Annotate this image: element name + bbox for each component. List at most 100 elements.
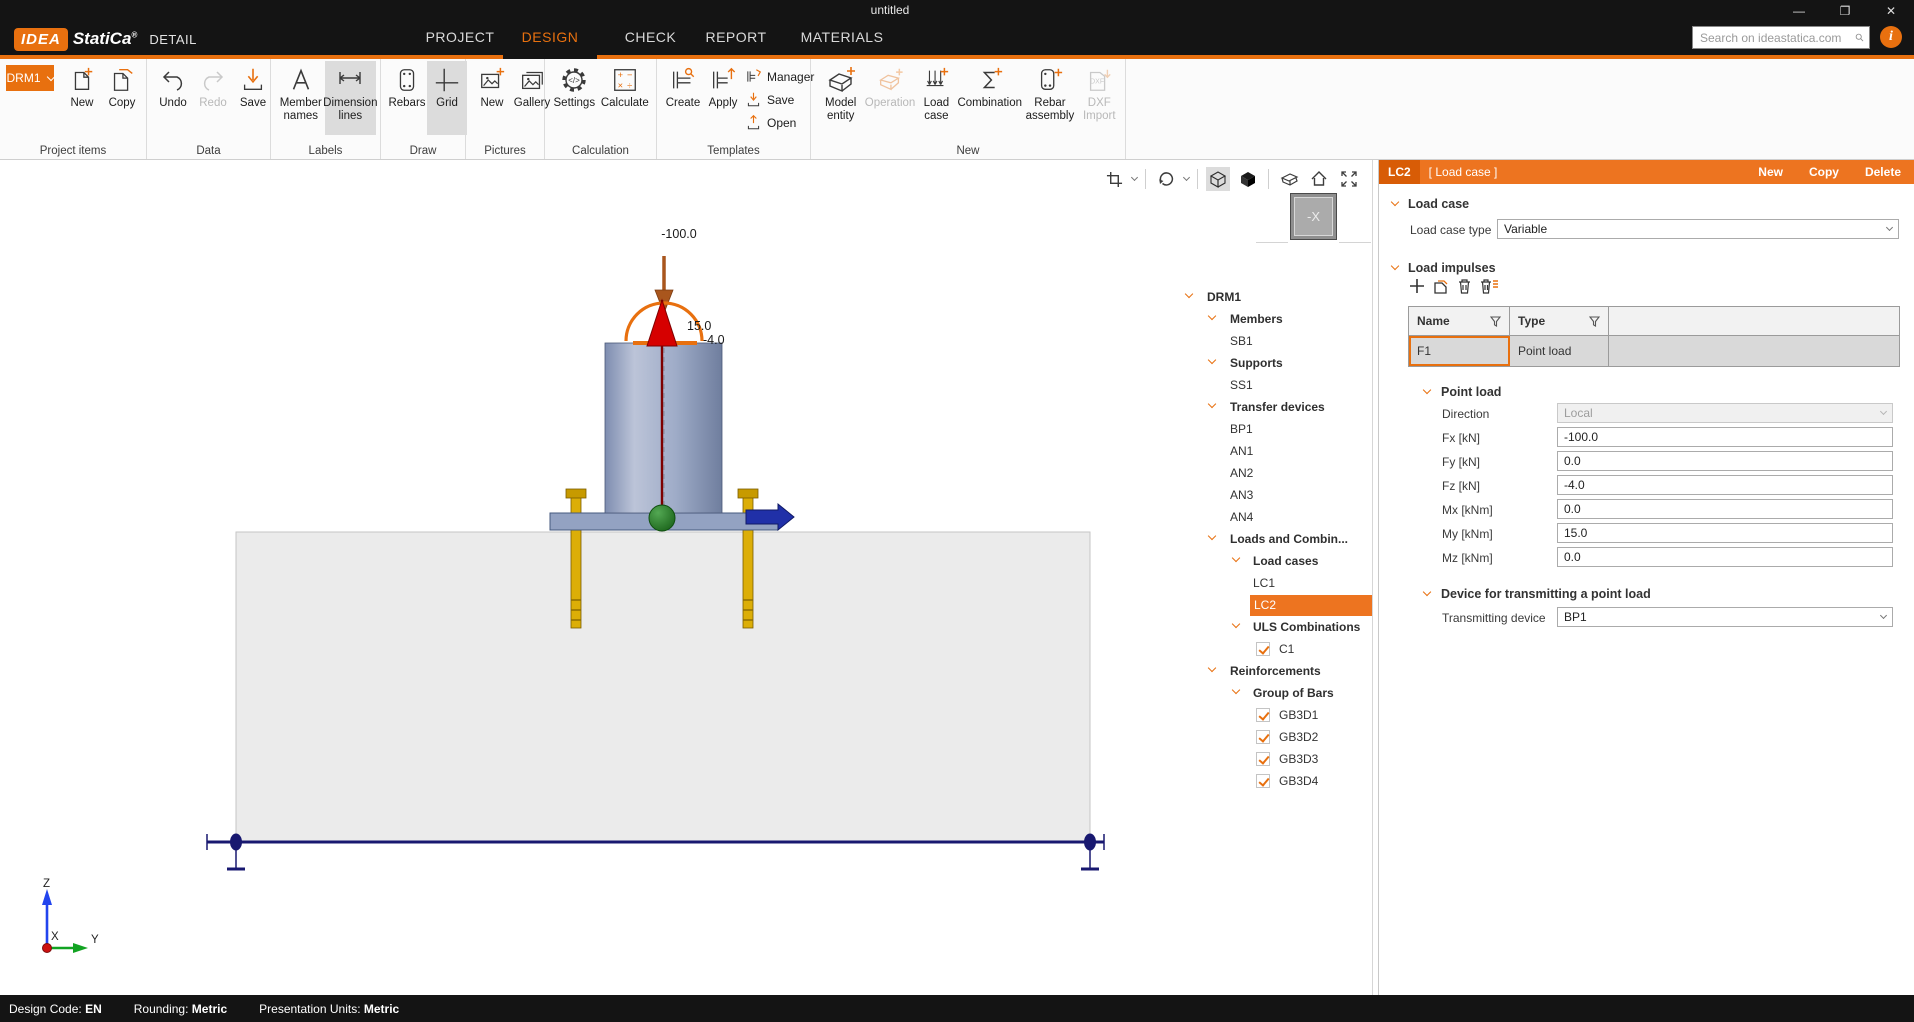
create-template-button[interactable]: Create xyxy=(663,61,703,135)
info-button[interactable]: i xyxy=(1880,26,1902,48)
search-icon[interactable] xyxy=(1855,30,1864,45)
tree-item-lc2-selected[interactable]: LC2 xyxy=(1180,594,1372,616)
new-project-item-button[interactable]: New xyxy=(62,61,102,135)
tree-item-an2[interactable]: AN2 xyxy=(1180,462,1372,484)
section-collapse-chevron[interactable] xyxy=(1423,386,1431,394)
navigation-cube[interactable]: -X xyxy=(1290,193,1337,240)
mx-input[interactable] xyxy=(1557,499,1893,519)
calculate-button[interactable]: +−×÷ Calculate xyxy=(598,61,652,135)
clip-section-button[interactable] xyxy=(1277,167,1301,191)
transmitting-device-select[interactable]: BP1 xyxy=(1557,607,1893,627)
maximize-button[interactable]: ❐ xyxy=(1822,0,1868,22)
delete-load-case-button[interactable]: Delete xyxy=(1865,165,1901,179)
section-collapse-chevron[interactable] xyxy=(1391,262,1399,270)
chevron-down-icon[interactable] xyxy=(1208,312,1216,320)
tree-item-ss1[interactable]: SS1 xyxy=(1180,374,1372,396)
tree-label[interactable]: AN4 xyxy=(1230,510,1253,524)
search-input[interactable] xyxy=(1693,31,1855,45)
save-button[interactable]: Save xyxy=(233,61,273,135)
checkbox-checked[interactable] xyxy=(1256,752,1270,766)
tree-label[interactable]: Load cases xyxy=(1253,554,1318,568)
close-button[interactable]: ✕ xyxy=(1868,0,1914,22)
rotate-dropdown-chevron[interactable] xyxy=(1183,174,1190,181)
tree-label[interactable]: AN2 xyxy=(1230,466,1253,480)
checkbox-checked[interactable] xyxy=(1256,730,1270,744)
search-box[interactable] xyxy=(1692,26,1870,49)
new-picture-button[interactable]: New xyxy=(472,61,512,135)
tab-report[interactable]: REPORT xyxy=(700,22,772,55)
my-input[interactable] xyxy=(1557,523,1893,543)
tree-item-gb3d3[interactable]: GB3D3 xyxy=(1180,748,1372,770)
chevron-down-icon[interactable] xyxy=(1232,620,1240,628)
solid-view-button[interactable] xyxy=(1236,167,1260,191)
tree-item-sb1[interactable]: SB1 xyxy=(1180,330,1372,352)
tree-item-reinforcements[interactable]: Reinforcements xyxy=(1180,660,1372,682)
delete-all-impulses-icon[interactable] xyxy=(1480,278,1498,294)
member-names-toggle[interactable]: Member names xyxy=(277,61,325,135)
column-header-type[interactable]: Type xyxy=(1510,307,1609,335)
chevron-down-icon[interactable] xyxy=(1208,664,1216,672)
model-viewport[interactable]: -100.0 15.0 -4.0 xyxy=(0,160,1375,995)
tree-label[interactable]: Transfer devices xyxy=(1230,400,1325,414)
undo-button[interactable]: Undo xyxy=(153,61,193,135)
new-load-case-button[interactable]: New xyxy=(1758,165,1783,179)
tree-label[interactable]: Reinforcements xyxy=(1230,664,1321,678)
tree-item-load-cases[interactable]: Load cases xyxy=(1180,550,1372,572)
chevron-down-icon[interactable] xyxy=(1208,400,1216,408)
model-entity-button[interactable]: Model entity xyxy=(817,61,864,135)
grid-toggle[interactable]: Grid xyxy=(427,61,467,135)
project-item-dropdown[interactable]: DRM1 xyxy=(6,65,54,91)
tab-project[interactable]: PROJECT xyxy=(420,22,500,55)
rotate-view-button[interactable] xyxy=(1154,167,1178,191)
apply-template-button[interactable]: Apply xyxy=(703,61,743,135)
tree-label[interactable]: BP1 xyxy=(1230,422,1253,436)
tree-item-bp1[interactable]: BP1 xyxy=(1180,418,1372,440)
filter-icon[interactable] xyxy=(1490,316,1501,327)
tree-label[interactable]: DRM1 xyxy=(1207,290,1241,304)
tree-item-gb3d2[interactable]: GB3D2 xyxy=(1180,726,1372,748)
chevron-down-icon[interactable] xyxy=(1232,686,1240,694)
mz-input[interactable] xyxy=(1557,547,1893,567)
chevron-down-icon[interactable] xyxy=(1208,532,1216,540)
tree-label[interactable]: GB3D4 xyxy=(1279,774,1318,788)
tree-item-group-of-bars[interactable]: Group of Bars xyxy=(1180,682,1372,704)
checkbox-checked[interactable] xyxy=(1256,774,1270,788)
zoom-fit-button[interactable] xyxy=(1337,167,1361,191)
copy-impulse-icon[interactable] xyxy=(1433,278,1449,294)
tree-item-lc1[interactable]: LC1 xyxy=(1180,572,1372,594)
rebar-assembly-button[interactable]: Rebar assembly xyxy=(1022,61,1077,135)
wireframe-view-button[interactable] xyxy=(1206,167,1230,191)
structural-model-scene[interactable]: -100.0 15.0 -4.0 xyxy=(0,160,1375,995)
tree-label[interactable]: LC1 xyxy=(1253,576,1275,590)
column-header-name[interactable]: Name xyxy=(1409,307,1510,335)
tree-label[interactable]: AN1 xyxy=(1230,444,1253,458)
template-manager-button[interactable]: Manager xyxy=(745,65,814,88)
cube-face-label[interactable]: -X xyxy=(1294,197,1333,236)
fy-input[interactable] xyxy=(1557,451,1893,471)
section-collapse-chevron[interactable] xyxy=(1423,588,1431,596)
tree-item-members[interactable]: Members xyxy=(1180,308,1372,330)
tree-label[interactable]: SS1 xyxy=(1230,378,1253,392)
combination-button[interactable]: Combination xyxy=(957,61,1022,135)
tree-label[interactable]: Loads and Combin... xyxy=(1230,532,1348,546)
crop-view-button[interactable] xyxy=(1102,167,1126,191)
tree-label[interactable]: AN3 xyxy=(1230,488,1253,502)
rebars-toggle[interactable]: Rebars xyxy=(387,61,427,135)
tree-label[interactable]: GB3D1 xyxy=(1279,708,1318,722)
tree-label[interactable]: C1 xyxy=(1279,642,1294,656)
section-collapse-chevron[interactable] xyxy=(1391,198,1399,206)
load-case-button[interactable]: Load case xyxy=(916,61,957,135)
tree-label[interactable]: Supports xyxy=(1230,356,1283,370)
tree-item-gb3d4[interactable]: GB3D4 xyxy=(1180,770,1372,792)
tree-label[interactable]: GB3D2 xyxy=(1279,730,1318,744)
concrete-block[interactable] xyxy=(236,532,1090,842)
tab-design[interactable]: DESIGN xyxy=(510,22,590,55)
copy-load-case-button[interactable]: Copy xyxy=(1809,165,1839,179)
fx-input[interactable] xyxy=(1557,427,1893,447)
template-open-button[interactable]: Open xyxy=(745,111,814,134)
tree-item-supports[interactable]: Supports xyxy=(1180,352,1372,374)
template-save-button[interactable]: Save xyxy=(745,88,814,111)
dimension-lines-toggle[interactable]: Dimension lines xyxy=(325,61,376,135)
tree-item-an1[interactable]: AN1 xyxy=(1180,440,1372,462)
tree-item-transfer-devices[interactable]: Transfer devices xyxy=(1180,396,1372,418)
